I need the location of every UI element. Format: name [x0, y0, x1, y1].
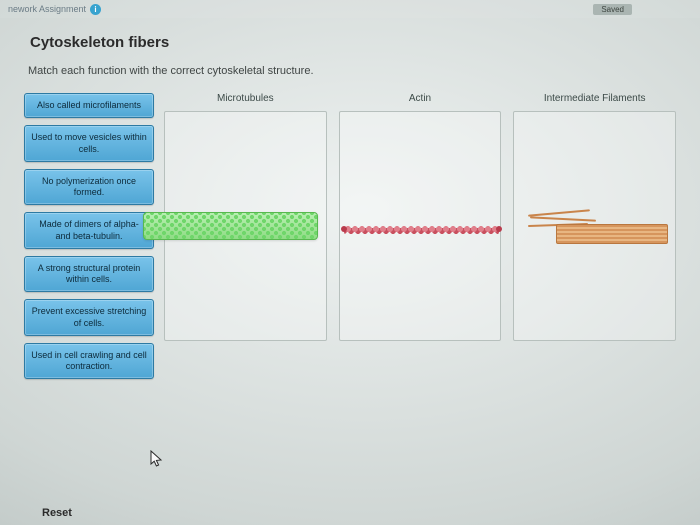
- work-area: Also called microfilaments Used to move …: [24, 93, 676, 379]
- reset-button[interactable]: Reset: [42, 507, 72, 519]
- draggable-chip[interactable]: A strong structural protein within cells…: [24, 256, 154, 293]
- drop-zone-actin[interactable]: [339, 111, 502, 341]
- breadcrumb: nework Assignment: [8, 4, 86, 14]
- page-title: Cytoskeleton fibers: [30, 34, 676, 51]
- cursor-icon: [150, 450, 164, 473]
- drop-columns: Microtubules Actin Intermediate Filament…: [164, 93, 676, 341]
- instruction-text: Match each function with the correct cyt…: [28, 65, 676, 77]
- draggable-chip[interactable]: No polymerization once formed.: [24, 169, 154, 206]
- draggable-chip[interactable]: Made of dimers of alpha- and beta-tubuli…: [24, 212, 154, 249]
- draggable-chip[interactable]: Used to move vesicles within cells.: [24, 125, 154, 162]
- draggable-chip[interactable]: Used in cell crawling and cell contracti…: [24, 343, 154, 380]
- draggable-chip[interactable]: Also called microfilaments: [24, 93, 154, 118]
- actin-illustration: [344, 224, 499, 235]
- drop-zone-microtubules[interactable]: [164, 111, 327, 341]
- drop-column-actin: Actin: [339, 93, 502, 341]
- drop-label: Microtubules: [217, 93, 274, 105]
- intermediate-illustration: [528, 210, 668, 250]
- drop-label: Intermediate Filaments: [544, 93, 646, 105]
- drop-label: Actin: [409, 93, 431, 105]
- top-bar: nework Assignment i Saved: [0, 0, 700, 18]
- drop-column-microtubules: Microtubules: [164, 93, 327, 341]
- saved-badge: Saved: [593, 4, 632, 15]
- info-icon[interactable]: i: [90, 4, 101, 15]
- page: Cytoskeleton fibers Match each function …: [0, 18, 700, 379]
- drop-zone-intermediate[interactable]: [513, 111, 676, 341]
- draggable-chip[interactable]: Prevent excessive stretching of cells.: [24, 299, 154, 336]
- microtubule-illustration: [143, 212, 318, 240]
- drop-column-intermediate: Intermediate Filaments: [513, 93, 676, 341]
- draggable-column: Also called microfilaments Used to move …: [24, 93, 154, 379]
